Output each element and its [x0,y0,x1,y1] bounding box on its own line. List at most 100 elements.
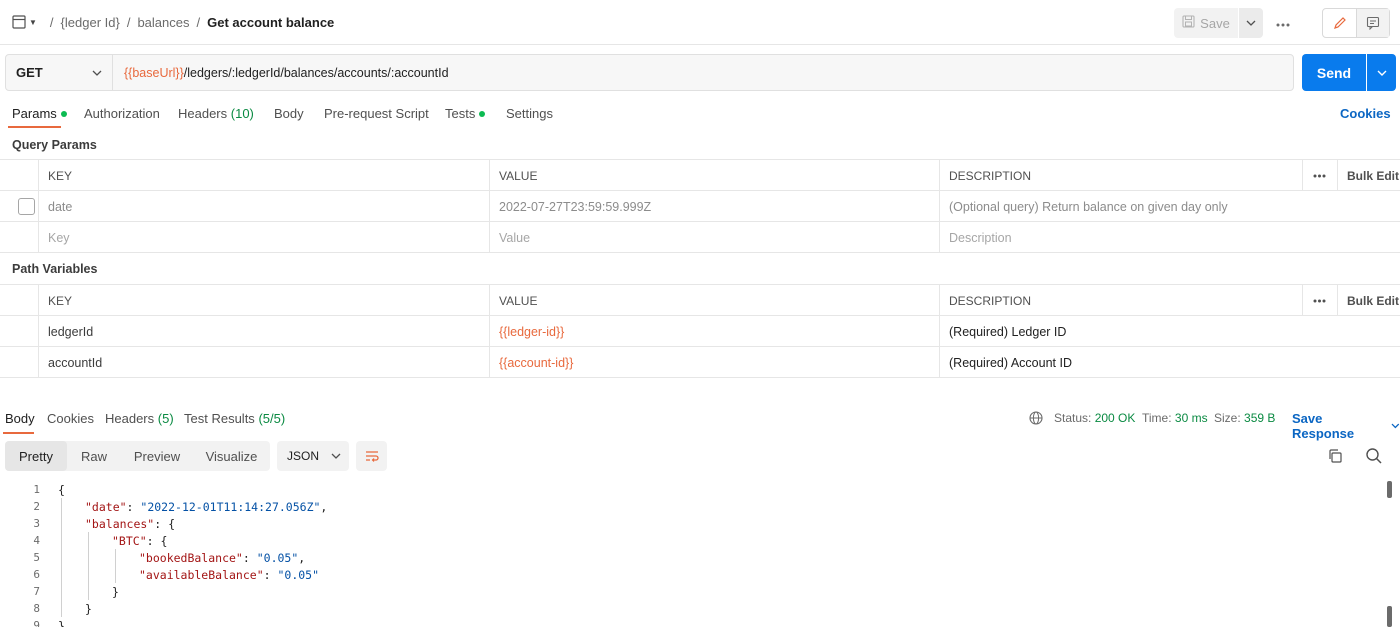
format-select[interactable]: JSON [277,441,349,471]
response-body-editor[interactable]: 1{2 "date": "2022-12-01T11:14:27.056Z", 3 "… [0,481,1400,627]
json-key: "bookedBalance" [139,550,243,565]
save-button[interactable]: Save [1174,8,1238,38]
url-input[interactable]: {{baseUrl}} /ledgers/:ledgerId/balances/… [113,55,449,90]
new-value-input[interactable]: Value [489,222,940,253]
save-button-group: Save [1174,8,1263,38]
new-description-input[interactable]: Description [939,222,1400,253]
more-options-icon[interactable] [1302,285,1338,316]
tab-params[interactable]: Params [12,106,67,121]
tab-prerequest-script[interactable]: Pre-request Script [324,106,429,121]
tab-settings[interactable]: Settings [506,106,553,121]
scrollbar-thumb[interactable] [1387,606,1392,627]
request-doc-icon[interactable] [12,15,26,29]
page-title[interactable]: Get account balance [207,15,334,30]
more-options-icon[interactable] [1276,14,1294,32]
breadcrumb-item-balances[interactable]: balances [137,15,189,30]
copy-icon[interactable] [1327,448,1343,464]
code-text: "date": "2022-12-01T11:14:27.056Z", [85,500,327,514]
active-tab-indicator [8,126,61,128]
path-var-value[interactable]: {{ledger-id}} [489,316,940,347]
url-variable: {{baseUrl}} [124,65,184,80]
json-punctuation: : [126,499,141,514]
chevron-down-icon [331,453,341,459]
response-size[interactable]: Size: 359 B [1214,411,1275,425]
line-number: 4 [33,534,40,547]
param-description[interactable]: (Optional query) Return balance on given… [939,191,1400,222]
line-number: 7 [33,585,40,598]
url-path: /ledgers/:ledgerId/balances/accounts/:ac… [183,65,449,80]
save-icon [1182,15,1195,31]
indent-guide [115,549,116,566]
path-var-value[interactable]: {{account-id}} [489,347,940,378]
table-row: date 2022-07-27T23:59:59.999Z (Optional … [0,191,1400,222]
response-tab-test-results[interactable]: Test Results (5/5) [184,411,285,426]
bulk-edit-button[interactable]: Bulk Edit [1337,160,1400,191]
send-options-button[interactable] [1367,54,1396,91]
chevron-down-icon[interactable]: ▼ [29,18,37,27]
column-header-description: DESCRIPTION [939,160,1302,191]
response-time[interactable]: Time: 30 ms [1142,411,1208,425]
size-label: Size: [1214,411,1241,425]
send-button[interactable]: Send [1302,54,1366,91]
chevron-down-icon [1391,423,1400,429]
comments-button[interactable] [1356,9,1389,37]
json-punctuation: } [85,601,92,616]
table-header-row: KEY VALUE DESCRIPTION Bulk Edit [0,285,1400,316]
edit-mode-button[interactable] [1323,9,1356,37]
globe-icon[interactable] [1029,411,1043,428]
save-response-button[interactable]: Save Response [1292,411,1400,441]
query-params-table: KEY VALUE DESCRIPTION Bulk Edit date 202… [0,159,1400,253]
headers-count: (10) [230,106,254,121]
tab-authorization[interactable]: Authorization [84,106,160,121]
wrap-lines-icon[interactable] [356,441,387,471]
row-checkbox[interactable] [18,198,35,215]
response-tab-cookies[interactable]: Cookies [47,411,94,426]
scrollbar-thumb[interactable] [1387,481,1392,498]
indent-guide [88,566,89,583]
method-label: GET [16,65,43,80]
test-results-count: (5/5) [258,411,286,426]
json-key: "availableBalance" [139,567,264,582]
response-tab-headers[interactable]: Headers (5) [105,411,174,426]
more-options-icon[interactable] [1302,160,1338,191]
code-line: 3 "balances": { [0,515,1380,532]
tab-body[interactable]: Body [274,106,304,121]
search-icon[interactable] [1365,447,1383,465]
column-header-description: DESCRIPTION [939,285,1302,316]
param-value[interactable]: 2022-07-27T23:59:59.999Z [489,191,940,222]
bulk-edit-button[interactable]: Bulk Edit [1337,285,1400,316]
tab-label: Headers [105,411,155,426]
code-text: "bookedBalance": "0.05", [139,551,305,565]
status-dot-icon [479,110,486,117]
new-key-input[interactable]: Key [38,222,490,253]
path-var-description[interactable]: (Required) Account ID [939,347,1400,378]
json-key: "date" [85,499,127,514]
path-var-description[interactable]: (Required) Ledger ID [939,316,1400,347]
indent-guide [61,600,62,617]
view-raw-button[interactable]: Raw [67,441,121,471]
view-visualize-button[interactable]: Visualize [193,441,270,471]
indent-guide [61,515,62,532]
json-punctuation: : { [146,533,168,548]
line-number: 1 [33,483,40,496]
tab-tests[interactable]: Tests [445,106,486,121]
code-line: 1{ [0,481,1380,498]
size-value: 359 B [1244,411,1276,425]
view-preview-button[interactable]: Preview [121,441,193,471]
response-status[interactable]: Status: 200 OK [1054,411,1135,425]
json-punctuation: : [242,550,257,565]
indent-guide [61,532,62,549]
breadcrumb-item-ledger[interactable]: {ledger Id} [61,15,120,30]
code-line: 6 "availableBalance": "0.05" [0,566,1380,583]
response-tab-body[interactable]: Body [5,411,35,426]
cookies-link[interactable]: Cookies [1340,106,1391,121]
param-key[interactable]: date [38,191,490,222]
line-number: 8 [33,602,40,615]
column-header-value: VALUE [489,285,940,316]
save-options-button[interactable] [1239,8,1263,38]
tab-headers[interactable]: Headers (10) [178,106,254,121]
indent-guide [115,566,116,583]
view-pretty-button[interactable]: Pretty [5,441,67,471]
query-params-title: Query Params [12,138,97,152]
method-select[interactable]: GET [6,55,113,90]
